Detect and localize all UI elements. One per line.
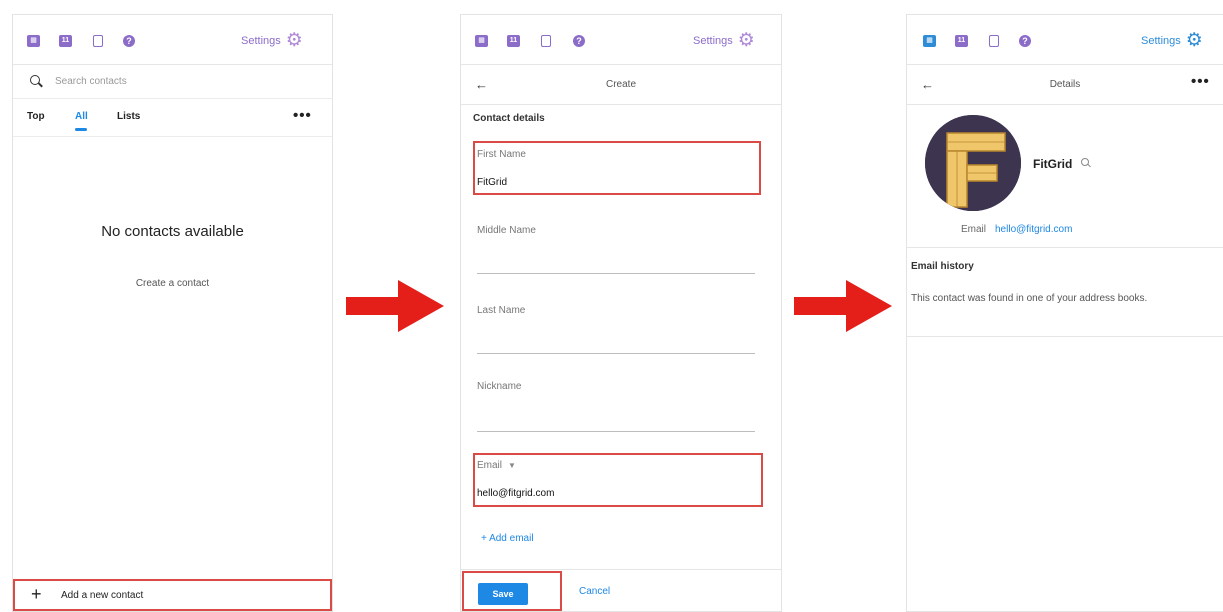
chevron-down-icon: ▼ bbox=[508, 461, 516, 470]
email-label: Email bbox=[477, 460, 503, 471]
contacts-icon[interactable]: ▦ bbox=[475, 35, 488, 47]
middle-name-field[interactable]: Middle Name bbox=[475, 225, 757, 275]
fitgrid-logo-icon bbox=[925, 115, 1021, 211]
email-link[interactable]: hello@fitgrid.com bbox=[995, 224, 1072, 235]
first-name-label: First Name bbox=[477, 149, 526, 160]
middle-name-input[interactable] bbox=[477, 273, 755, 274]
contact-tabs: Top All Lists ••• bbox=[13, 99, 332, 137]
last-name-field[interactable]: Last Name bbox=[475, 305, 757, 355]
screen-header: ← Details ••• bbox=[907, 65, 1223, 105]
avatar bbox=[925, 115, 1021, 211]
active-tab-indicator bbox=[75, 128, 87, 131]
settings-label: Settings bbox=[1141, 35, 1181, 47]
contact-name: FitGrid bbox=[1033, 157, 1073, 171]
middle-name-label: Middle Name bbox=[477, 225, 536, 236]
email-input[interactable]: hello@fitgrid.com bbox=[477, 488, 554, 499]
settings-button[interactable]: Settings ⚙ bbox=[1141, 30, 1203, 51]
screen-header: ← Create bbox=[461, 65, 781, 105]
help-icon[interactable]: ? bbox=[1019, 35, 1031, 47]
search-bar: Search contacts bbox=[13, 65, 332, 99]
first-name-input[interactable]: FitGrid bbox=[477, 177, 507, 188]
app-toolbar: ▦ 11 ? Settings ⚙ bbox=[13, 15, 332, 65]
form-actions: Save Cancel bbox=[461, 569, 781, 611]
first-name-field[interactable]: First Name FitGrid bbox=[475, 149, 757, 189]
add-new-contact-label: Add a new contact bbox=[61, 590, 144, 601]
calendar-icon[interactable]: 11 bbox=[955, 35, 968, 47]
screen-title: Create bbox=[605, 79, 636, 90]
nickname-field[interactable]: Nickname bbox=[475, 381, 757, 433]
app-toolbar: ▦ 11 ? Settings ⚙ bbox=[461, 15, 781, 65]
save-button[interactable]: Save bbox=[478, 583, 528, 605]
create-contact-panel: ▦ 11 ? Settings ⚙ ← Create Contact detai… bbox=[460, 14, 782, 612]
gear-icon: ⚙ bbox=[1185, 30, 1203, 51]
contact-details-heading: Contact details bbox=[473, 113, 545, 124]
empty-state-title: No contacts available bbox=[101, 223, 244, 240]
tab-top[interactable]: Top bbox=[27, 111, 45, 122]
create-contact-link[interactable]: Create a contact bbox=[13, 278, 332, 289]
contact-details-panel: ▦ 11 ? Settings ⚙ ← Details ••• FitGrid … bbox=[906, 14, 1223, 612]
cancel-button[interactable]: Cancel bbox=[579, 586, 610, 597]
last-name-label: Last Name bbox=[477, 305, 526, 316]
more-options-button[interactable]: ••• bbox=[293, 107, 312, 124]
notes-icon[interactable] bbox=[989, 35, 999, 47]
settings-button[interactable]: Settings ⚙ bbox=[241, 30, 303, 51]
contacts-icon[interactable]: ▦ bbox=[27, 35, 40, 47]
email-history-text: This contact was found in one of your ad… bbox=[911, 293, 1148, 304]
nickname-label: Nickname bbox=[477, 381, 522, 392]
divider bbox=[907, 247, 1223, 248]
flow-arrow-icon bbox=[346, 280, 444, 332]
notes-icon[interactable] bbox=[541, 35, 551, 47]
settings-button[interactable]: Settings ⚙ bbox=[693, 30, 755, 51]
save-highlight: Save bbox=[462, 571, 562, 611]
email-label: Email bbox=[961, 224, 987, 235]
more-options-button[interactable]: ••• bbox=[1191, 73, 1210, 90]
calendar-icon[interactable]: 11 bbox=[59, 35, 72, 47]
app-toolbar: ▦ 11 ? Settings ⚙ bbox=[907, 15, 1223, 65]
notes-icon[interactable] bbox=[93, 35, 103, 47]
plus-icon: + bbox=[31, 584, 42, 604]
divider bbox=[907, 336, 1223, 337]
nickname-input[interactable] bbox=[477, 431, 755, 432]
search-input[interactable]: Search contacts bbox=[55, 76, 127, 87]
add-new-contact-button[interactable]: + Add a new contact bbox=[13, 579, 332, 611]
add-email-link[interactable]: + Add email bbox=[481, 533, 534, 544]
search-icon bbox=[30, 75, 40, 85]
tab-lists[interactable]: Lists bbox=[117, 111, 140, 122]
help-icon[interactable]: ? bbox=[573, 35, 585, 47]
contacts-icon[interactable]: ▦ bbox=[923, 35, 936, 47]
gear-icon: ⚙ bbox=[285, 30, 303, 51]
gear-icon: ⚙ bbox=[737, 30, 755, 51]
email-type-select[interactable]: Email ▼ bbox=[477, 460, 516, 471]
help-icon[interactable]: ? bbox=[123, 35, 135, 47]
tab-all[interactable]: All bbox=[75, 111, 88, 122]
settings-label: Settings bbox=[693, 35, 733, 47]
settings-label: Settings bbox=[241, 35, 281, 47]
email-field[interactable]: Email ▼ hello@fitgrid.com bbox=[475, 460, 757, 502]
last-name-input[interactable] bbox=[477, 353, 755, 354]
contacts-list-panel: ▦ 11 ? Settings ⚙ Search contacts Top Al… bbox=[12, 14, 333, 612]
flow-arrow-icon bbox=[794, 280, 892, 332]
search-icon[interactable] bbox=[1081, 158, 1089, 166]
screen-title: Details bbox=[1049, 79, 1081, 90]
email-history-heading: Email history bbox=[911, 261, 974, 272]
calendar-icon[interactable]: 11 bbox=[507, 35, 520, 47]
